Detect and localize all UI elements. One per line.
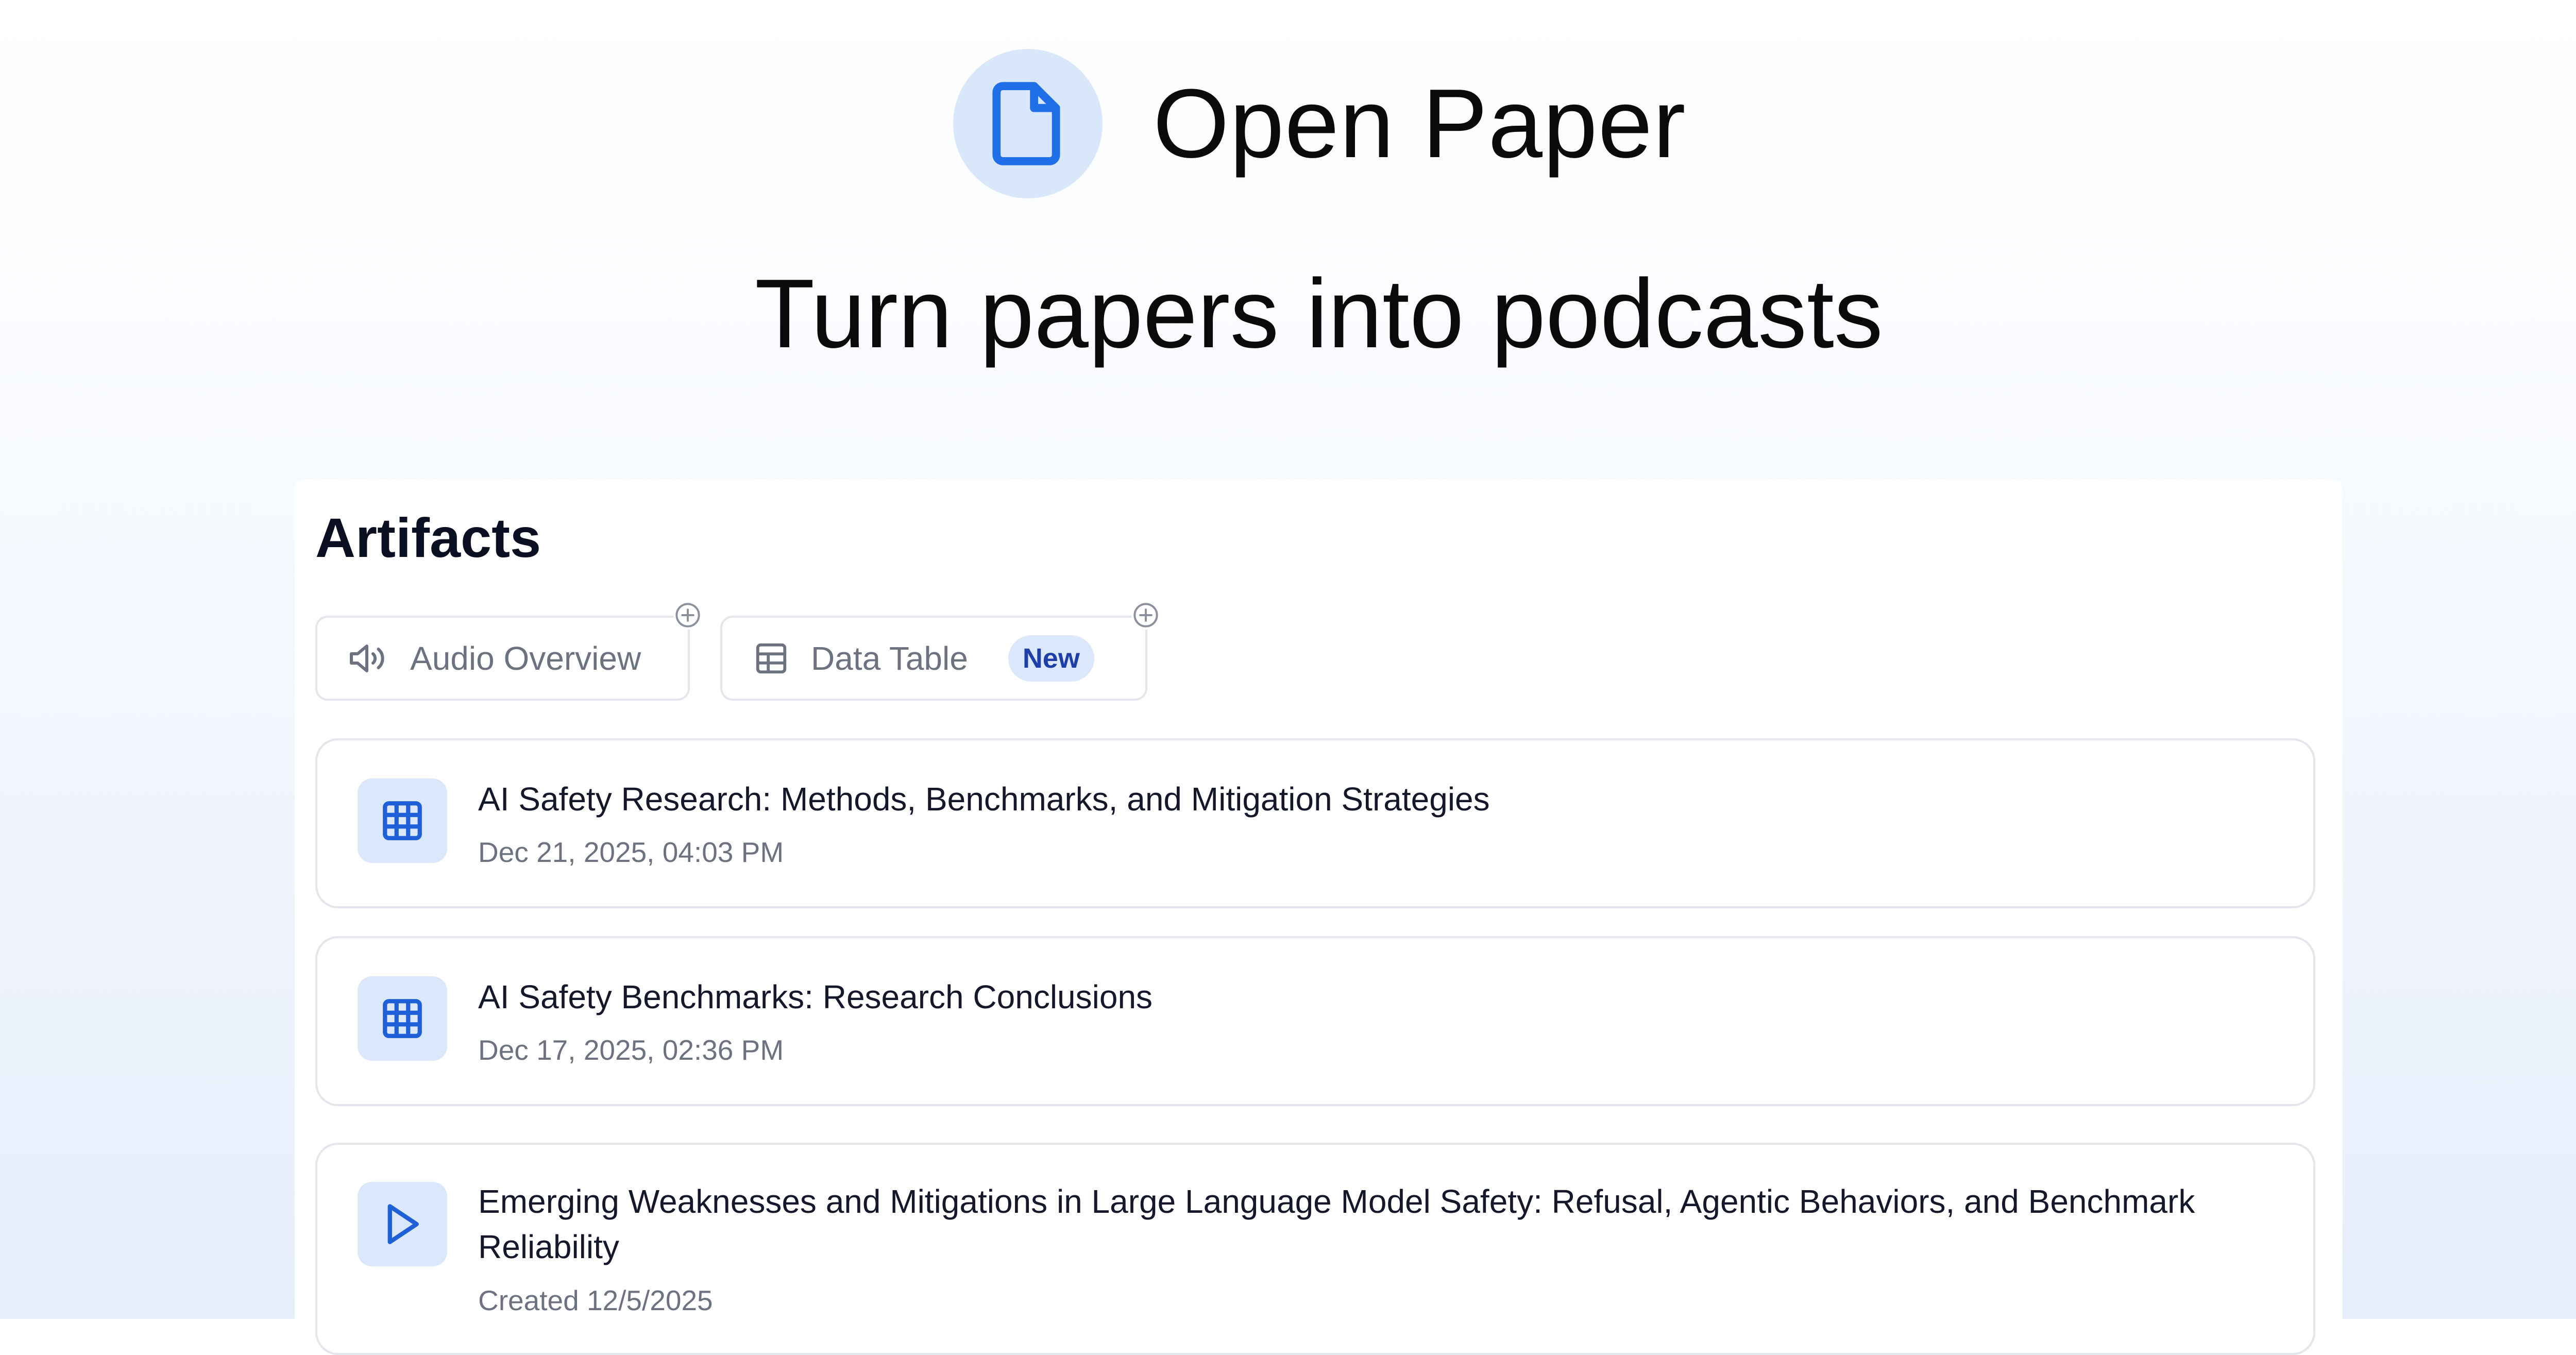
artifact-icon <box>358 1182 447 1266</box>
artifact-title: AI Safety Benchmarks: Research Conclusio… <box>478 978 1153 1015</box>
table-icon <box>383 801 422 840</box>
table-icon <box>383 999 422 1038</box>
data-table-label: Data Table <box>811 639 968 677</box>
plus-circle-icon <box>1133 603 1158 628</box>
artifact-item[interactable]: Emerging Weaknesses and Mitigations in L… <box>315 1143 2315 1355</box>
data-table-button[interactable]: Data Table New <box>720 616 1147 701</box>
plus-circle-icon <box>675 603 700 628</box>
document-icon <box>992 82 1060 165</box>
artifacts-title: Artifacts <box>315 506 541 569</box>
artifact-date: Dec 21, 2025, 04:03 PM <box>478 836 784 868</box>
artifact-item[interactable]: AI Safety Research: Methods, Benchmarks,… <box>315 738 2315 908</box>
artifact-icon <box>358 778 447 863</box>
audio-overview-label: Audio Overview <box>410 639 641 677</box>
brand-header: Open Paper <box>953 49 1686 198</box>
artifact-title: Emerging Weaknesses and Mitigations in L… <box>478 1183 2195 1265</box>
add-audio-overview-button[interactable] <box>673 601 702 630</box>
artifact-title: AI Safety Research: Methods, Benchmarks,… <box>478 781 1490 818</box>
play-icon <box>387 1204 419 1244</box>
brand-name: Open Paper <box>1153 69 1686 178</box>
table-icon <box>756 643 787 673</box>
hero-tagline: Turn papers into podcasts <box>755 259 1883 368</box>
artifact-icon <box>358 976 447 1061</box>
artifact-item[interactable]: AI Safety Benchmarks: Research Conclusio… <box>315 936 2315 1106</box>
artifacts-panel: Artifacts Audio Overview Data Table New <box>295 479 2343 1355</box>
artifact-date: Dec 17, 2025, 02:36 PM <box>478 1034 784 1066</box>
artifact-date: Created 12/5/2025 <box>478 1284 713 1316</box>
add-data-table-button[interactable] <box>1131 601 1160 630</box>
new-badge: New <box>1008 635 1094 682</box>
audio-overview-button[interactable]: Audio Overview <box>315 616 690 701</box>
speaker-icon <box>350 644 384 672</box>
brand-logo <box>953 49 1103 198</box>
